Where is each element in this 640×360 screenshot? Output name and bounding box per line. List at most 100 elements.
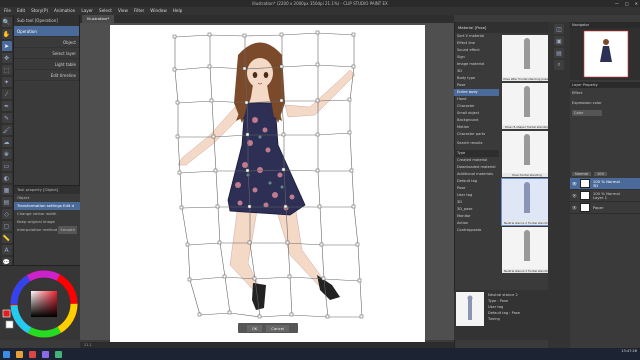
material-tree-item[interactable]: Body type [454,75,499,82]
explorer-icon[interactable] [16,350,23,358]
browser-icon[interactable] [29,350,36,358]
material-tree-item[interactable]: Background [454,117,499,124]
frame-icon[interactable]: ▢ [1,221,12,231]
change-vector-width-checkbox[interactable]: Change vector width [14,210,80,218]
eye-icon[interactable]: 👁 [572,205,577,210]
material-tree-item[interactable]: Hand [454,96,499,103]
brush-icon[interactable]: 🖌 [1,125,12,135]
eyedropper-icon[interactable]: ⁄ [1,89,12,99]
material-tree-item[interactable]: Sound effect [454,47,499,54]
close-icon[interactable]: ✕ [635,0,638,7]
minimize-icon[interactable]: — [615,0,619,7]
figure-icon[interactable]: ◇ [1,209,12,219]
operation-icon[interactable]: ➤ [1,41,12,51]
filter-additional[interactable]: Additional materials [454,171,499,178]
filter-created[interactable]: Created material [454,157,499,164]
menu-edit[interactable]: Edit [17,7,25,15]
navigator-tab-icon[interactable]: ◫ [554,24,564,34]
tag-monitor[interactable]: Monitor [454,213,499,220]
ok-button[interactable]: OK [246,324,263,332]
decoration-icon[interactable]: ❀ [1,149,12,159]
expression-color-select[interactable]: Color [572,110,602,116]
gradient-icon[interactable]: ▤ [1,197,12,207]
opacity-field[interactable]: 100 [594,172,607,176]
search-layer-icon[interactable]: ⌕ [554,60,564,70]
material-tree-item[interactable]: Small object [454,110,499,117]
menu-help[interactable]: Help [173,7,183,15]
start-icon[interactable] [3,350,10,358]
material-info-tuning[interactable]: Tuning [488,316,520,322]
material-tree-item[interactable]: Pose [454,82,499,89]
auto-select-icon[interactable]: ✦ [1,77,12,87]
material-tree-item[interactable]: Effect line [454,40,499,47]
interpolation-method-select[interactable]: Smooth [58,226,77,234]
ruler-icon[interactable]: 📏 [1,233,12,243]
blend-icon[interactable]: ◐ [1,173,12,183]
material-thumb[interactable]: Neutral stance 3 frontal standing [502,227,552,273]
subtool-edit-timeline[interactable]: Edit timeline [14,70,79,81]
document-tab[interactable]: Illustration* [82,15,115,23]
material-tree-item[interactable]: Motion [454,124,499,131]
menu-view[interactable]: View [118,7,128,15]
material-tree-item[interactable]: Character parts [454,131,499,138]
material-tree-item[interactable]: 3D [454,68,499,75]
menu-story[interactable]: Story(P) [31,7,48,15]
menu-window[interactable]: Window [150,7,167,15]
selection-icon[interactable]: ⬚ [1,65,12,75]
material-tree-item[interactable]: Sort V material [454,33,499,40]
material-thumb[interactable]: Pose frontal standing [502,131,552,177]
zoom-icon[interactable]: 🔍 [1,17,12,27]
tool-property-object[interactable]: Object [14,194,80,202]
layer-property-icon[interactable]: ▤ [554,48,564,58]
move-icon[interactable]: ✥ [1,53,12,63]
material-thumb[interactable]: Pose (3-shape) frontal standing [502,83,552,129]
material-tree-item[interactable]: Character [454,103,499,110]
material-thumb-selected[interactable]: Neutral stance 2 frontal standing [501,178,553,226]
layer-item-selected[interactable]: 👁 100 % Normal 3D [570,178,640,190]
keep-original-image-checkbox[interactable]: Keep original image [14,218,80,226]
hand-icon[interactable]: ✋ [1,29,12,39]
app-icon[interactable] [55,350,62,358]
airbrush-icon[interactable]: ☁ [1,137,12,147]
eye-icon[interactable]: 👁 [572,193,577,198]
material-tree-item[interactable]: Sign [454,54,499,61]
material-tree-item[interactable]: Image material [454,61,499,68]
pen-icon[interactable]: ✒ [1,101,12,111]
taskbar-clock[interactable]: 13:47:26 [621,348,637,360]
tag-pose[interactable]: Pose [454,185,499,192]
tag-contrapposto[interactable]: Contrapposto [454,227,499,234]
eraser-icon[interactable]: ▭ [1,161,12,171]
sub-view-icon[interactable]: ▣ [554,36,564,46]
maximize-icon[interactable]: □ [625,0,629,7]
tag-action[interactable]: Action [454,220,499,227]
cancel-button[interactable]: Cancel [266,324,290,332]
subtool-select-layer[interactable]: Select layer [14,48,79,59]
text-icon[interactable]: A [1,245,12,255]
clip-studio-icon[interactable] [42,350,49,358]
fill-icon[interactable]: ▦ [1,185,12,195]
subtool-object[interactable]: Object [14,37,79,48]
blend-mode-select[interactable]: Normal [572,172,592,176]
tag-3d-pose[interactable]: 3D_pose [454,206,499,213]
material-tree-item-selected[interactable]: Entire body [454,89,499,96]
pencil-icon[interactable]: ✎ [1,113,12,123]
color-wheel[interactable] [0,266,80,341]
subtool-operation[interactable]: Operation [14,26,79,37]
layer-item[interactable]: 👁 100 % Normal Layer 1 [570,190,640,202]
eye-icon[interactable]: 👁 [572,181,577,186]
layer-item[interactable]: 👁 Paper [570,202,640,214]
navigator-preview[interactable] [570,28,640,80]
material-thumb[interactable]: Pose after frontal standing pose 1 [502,35,552,81]
menu-animation[interactable]: Animation [54,7,75,15]
filter-downloaded[interactable]: Downloaded material [454,164,499,171]
transformation-settings[interactable]: Transformation settings Edit d [14,202,80,210]
zoom-level[interactable]: 21.1 [84,343,92,347]
interpolation-method-row[interactable]: Interpolation method Smooth [14,226,80,234]
tag-3d[interactable]: 3D [454,199,499,206]
menu-file[interactable]: File [4,7,11,15]
menu-filter[interactable]: Filter [134,7,144,15]
search-results-item[interactable]: Search results [454,140,499,147]
menu-select[interactable]: Select [99,7,112,15]
canvas-paper[interactable] [110,25,425,342]
subtool-light-table[interactable]: Light table [14,59,79,70]
